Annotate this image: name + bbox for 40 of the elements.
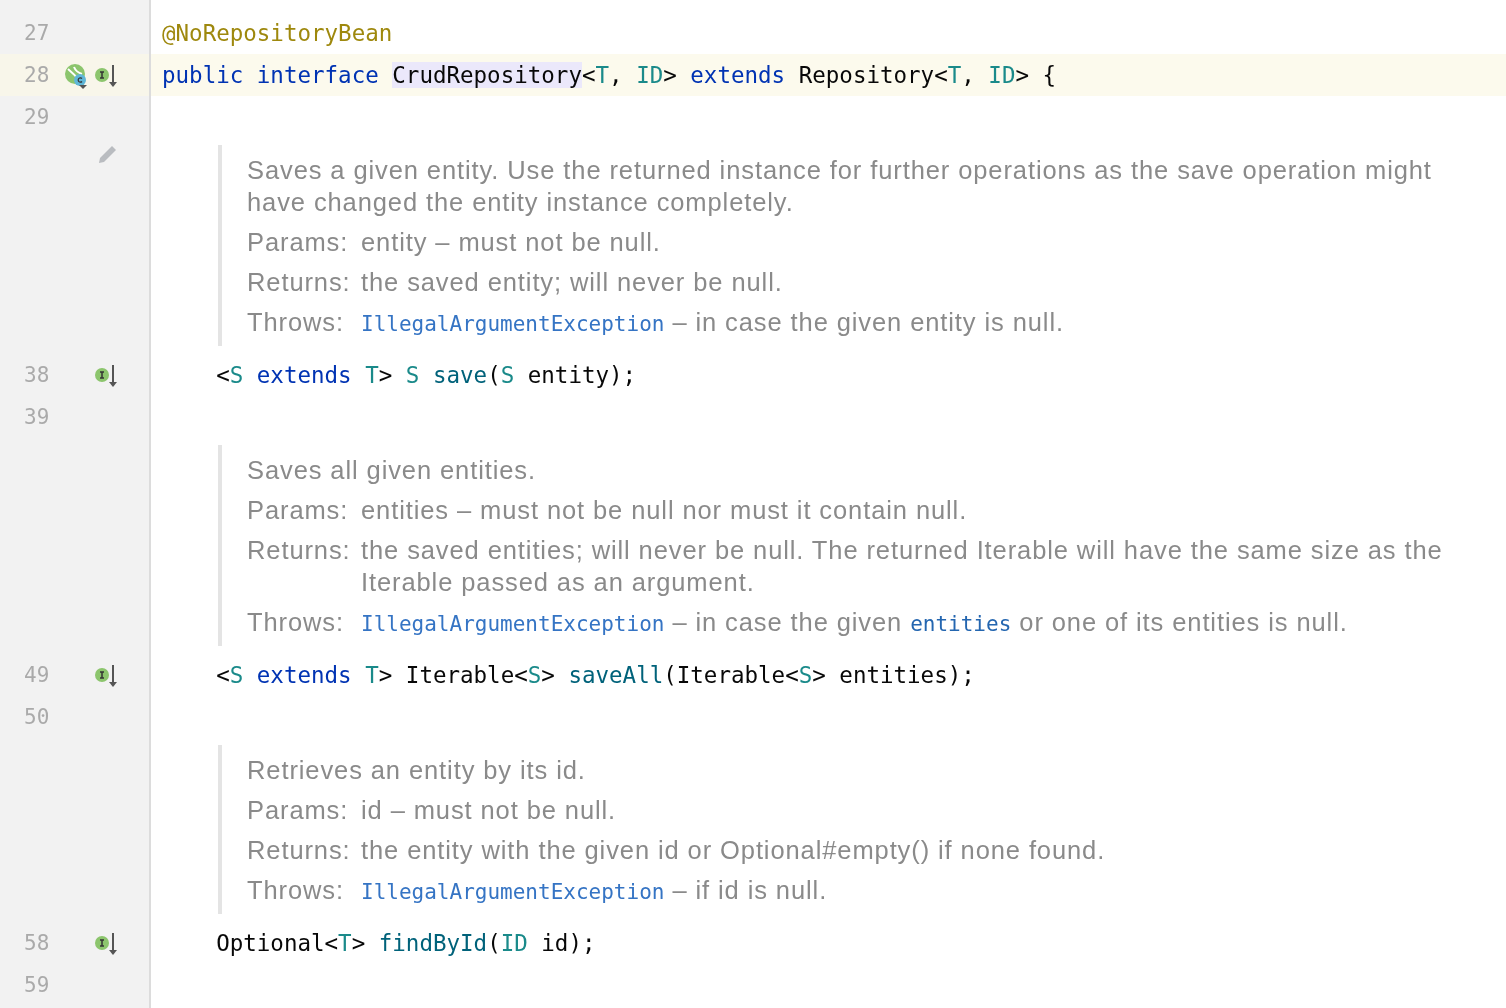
- implemented-down-arrow-icon[interactable]: [94, 63, 120, 89]
- code-line: Optional<T> findById(ID id);: [215, 929, 596, 958]
- doc-description: Saves a given entity. Use the returned instance for further operations as the save operation might have changed the entity instance completely.: [247, 155, 1433, 218]
- line-number: 49: [24, 662, 50, 689]
- doc-tag-text: the entity with the given id or Optional#empty() if none found.: [361, 835, 1107, 866]
- doc-tag-label: Returns:: [247, 535, 352, 566]
- line-number: 59: [24, 972, 50, 999]
- doc-tag-label: Params:: [247, 795, 350, 826]
- implemented-down-arrow-icon[interactable]: [94, 363, 120, 389]
- line-number: 28: [24, 62, 50, 89]
- line-number: 58: [24, 930, 50, 957]
- doc-tag-label: Returns:: [247, 267, 352, 298]
- implemented-down-arrow-icon[interactable]: [94, 663, 120, 689]
- doc-tag-text: IllegalArgumentException – if id is null.: [361, 875, 829, 906]
- line-number: 38: [24, 362, 50, 389]
- doc-tag-text: IllegalArgumentException – in case the given entity is null.: [361, 307, 1065, 338]
- doc-description: Retrieves an entity by its id.: [247, 755, 587, 786]
- code-line: <S extends T> S save(S entity);: [215, 361, 637, 390]
- doc-tag-text: the saved entity; will never be null.: [361, 267, 784, 298]
- doc-tag-label: Throws:: [247, 607, 345, 638]
- doc-tag-text: entities – must not be null nor must it contain null.: [361, 495, 969, 526]
- doc-tag-text: id – must not be null.: [361, 795, 618, 826]
- line-number: 27: [24, 20, 50, 47]
- line-number: 29: [24, 104, 50, 131]
- doc-tag-text: IllegalArgumentException – in case the given entities or one of its entities is null.: [361, 607, 1349, 638]
- doc-tag-label: Returns:: [247, 835, 352, 866]
- doc-tag-text: entity – must not be null.: [361, 227, 662, 258]
- doc-tag-text: the saved entities; will never be null. The returned Iterable will have the same size as the Iterable passed as an argument.: [361, 535, 1444, 598]
- line-number: 50: [24, 704, 50, 731]
- leaf-badge-icon[interactable]: [64, 63, 90, 89]
- code-line: <S extends T> Iterable<S> saveAll(Iterable<S> entities);: [215, 661, 975, 690]
- line-number: 39: [24, 404, 50, 431]
- doc-tag-label: Throws:: [247, 307, 345, 338]
- doc-tag-label: Params:: [247, 227, 350, 258]
- code-line: @NoRepositoryBean: [161, 19, 393, 48]
- code-line: public interface CrudRepository<T, ID> extends Repository<T, ID> {: [161, 61, 1057, 90]
- implemented-down-arrow-icon[interactable]: [94, 931, 120, 957]
- doc-tag-label: Params:: [247, 495, 350, 526]
- doc-description: Saves all given entities.: [247, 455, 537, 486]
- doc-tag-label: Throws:: [247, 875, 345, 906]
